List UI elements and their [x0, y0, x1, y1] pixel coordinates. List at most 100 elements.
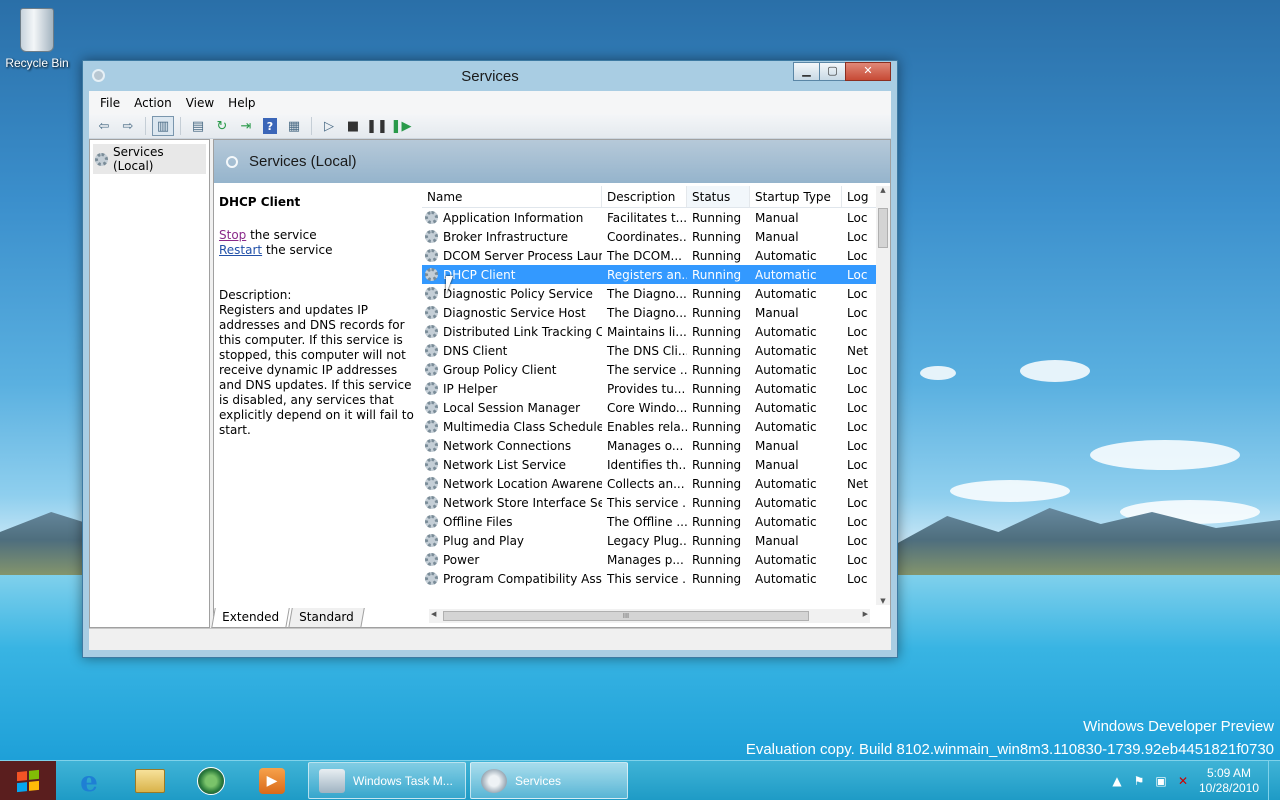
table-row[interactable]: Diagnostic Policy Service The Diagno... Ru… [422, 284, 884, 303]
service-description-text: Registers and updates IP addresses and D… [219, 303, 414, 437]
service-status-cell: Running [692, 210, 742, 225]
pause-service-icon[interactable]: ❚❚ [366, 116, 388, 136]
service-logon-cell: Loc [847, 305, 868, 320]
table-row[interactable]: Network Location Awareness Collects an...… [422, 474, 884, 493]
console-tree: Services (Local) [89, 139, 210, 628]
refresh-icon[interactable]: ↻ [211, 116, 233, 136]
column-header-name[interactable]: Name [422, 186, 602, 207]
watermark-title: Windows Developer Preview [1083, 718, 1274, 735]
help-icon[interactable]: ? [263, 118, 277, 134]
table-row[interactable]: Network Connections Manages o... Running Ma… [422, 436, 884, 455]
service-status-cell: Running [692, 324, 742, 339]
file-explorer-icon[interactable] [123, 763, 177, 799]
column-headers: Name Description Status Startup Type Log [422, 186, 884, 208]
service-name-cell: IP Helper [422, 382, 602, 396]
gear-icon [425, 439, 438, 452]
task-manager-icon [319, 768, 345, 793]
table-row[interactable]: DCOM Server Process Laun... The DCOM... Ru… [422, 246, 884, 265]
service-startup-cell: Automatic [755, 286, 817, 301]
horizontal-scroll-thumb[interactable]: III [443, 611, 809, 621]
restart-service-icon[interactable]: ❚▶ [390, 116, 412, 136]
service-description-cell: Legacy Plug... [607, 533, 687, 548]
column-header-description[interactable]: Description [602, 186, 687, 207]
menu-file[interactable]: File [93, 96, 127, 110]
taskbar-button-services[interactable]: Services [470, 762, 628, 799]
tree-item-services-local[interactable]: Services (Local) [93, 144, 206, 174]
minimize-button[interactable]: ▁ [793, 62, 820, 81]
service-name: Broker Infrastructure [443, 229, 569, 244]
service-name-cell: Network List Service [422, 458, 602, 472]
taskbar-button-task-manager[interactable]: Windows Task M... [308, 762, 466, 799]
volume-muted-icon[interactable]: ✕ [1172, 774, 1194, 788]
table-row[interactable]: DNS Client The DNS Cli... Running Automatic… [422, 341, 884, 360]
show-hide-action-pane-icon[interactable]: ▦ [283, 116, 305, 136]
clock[interactable]: 5:09 AM 10/28/2010 [1194, 766, 1264, 796]
media-center-icon[interactable] [184, 763, 238, 799]
service-status-cell: Running [692, 248, 742, 263]
start-button[interactable] [0, 761, 56, 800]
table-row[interactable]: Network List Service Identifies th... Runn… [422, 455, 884, 474]
restart-service-link[interactable]: Restart [219, 243, 262, 257]
service-name: Multimedia Class Scheduler [443, 419, 602, 434]
export-list-icon[interactable]: ⇥ [235, 116, 257, 136]
show-desktop-button[interactable] [1268, 761, 1280, 800]
back-arrow-icon[interactable]: ⇦ [93, 116, 115, 136]
menu-view[interactable]: View [179, 96, 221, 110]
scroll-left-icon[interactable]: ◀ [431, 610, 436, 618]
recycle-bin-desktop-icon[interactable]: Recycle Bin [4, 6, 70, 70]
menu-action[interactable]: Action [127, 96, 179, 110]
service-name-cell: DCOM Server Process Laun... [422, 249, 602, 263]
table-row[interactable]: Program Compatibility Assi... This servic… [422, 569, 884, 588]
service-description-cell: This service ... [607, 571, 687, 586]
stop-service-icon[interactable]: ■ [342, 116, 364, 136]
close-button[interactable]: ✕ [845, 62, 891, 81]
stop-service-link[interactable]: Stop [219, 228, 246, 242]
title-bar[interactable]: Services ▁ ▢ ✕ [83, 61, 897, 91]
service-description-cell: Manages p... [607, 552, 684, 567]
action-center-flag-icon[interactable]: ⚑ [1128, 774, 1150, 788]
network-icon[interactable]: ▣ [1150, 774, 1172, 788]
table-row[interactable]: Diagnostic Service Host The Diagno... Runn… [422, 303, 884, 322]
vertical-scroll-thumb[interactable] [878, 208, 888, 248]
internet-explorer-icon[interactable]: e [62, 763, 116, 799]
show-hidden-icons-icon[interactable]: ▲ [1106, 774, 1128, 788]
menu-help[interactable]: Help [221, 96, 262, 110]
scroll-down-icon[interactable]: ▼ [876, 597, 890, 605]
column-header-log-on-as[interactable]: Log [842, 186, 872, 207]
table-row[interactable]: Broker Infrastructure Coordinates... Runni… [422, 227, 884, 246]
table-row[interactable]: Multimedia Class Scheduler Enables rela..… [422, 417, 884, 436]
table-row[interactable]: IP Helper Provides tu... Running Automatic L… [422, 379, 884, 398]
service-description-cell: The Diagno... [607, 286, 687, 301]
scroll-right-icon[interactable]: ▶ [863, 610, 868, 618]
tab-extended[interactable]: Extended [211, 608, 290, 628]
table-row[interactable]: Plug and Play Legacy Plug... Running Manual… [422, 531, 884, 550]
gear-icon [425, 553, 438, 566]
table-row[interactable]: Offline Files The Offline ... Running Autom… [422, 512, 884, 531]
start-service-icon[interactable]: ▷ [318, 116, 340, 136]
table-row[interactable]: Application Information Facilitates t... R… [422, 208, 884, 227]
service-startup-cell: Automatic [755, 267, 817, 282]
details-pane: Services (Local) DHCP Client Stop the se… [213, 139, 891, 628]
service-status-cell: Running [692, 400, 742, 415]
table-row[interactable]: Power Manages p... Running Automatic Loc [422, 550, 884, 569]
service-logon-cell: Loc [847, 457, 868, 472]
column-header-status[interactable]: Status [687, 186, 750, 207]
scroll-up-icon[interactable]: ▲ [876, 186, 890, 194]
table-row[interactable]: Group Policy Client The service ... Runnin… [422, 360, 884, 379]
maximize-button[interactable]: ▢ [819, 62, 846, 81]
horizontal-scrollbar[interactable]: ◀ III ▶ [429, 609, 870, 623]
table-row[interactable]: Distributed Link Tracking Cl... Maintains… [422, 322, 884, 341]
properties-icon[interactable]: ▤ [187, 116, 209, 136]
tab-standard[interactable]: Standard [288, 608, 365, 628]
table-row[interactable]: Network Store Interface Ser... This servi… [422, 493, 884, 512]
table-row[interactable]: DHCP Client Registers an... Running Automat… [422, 265, 884, 284]
column-header-startup-type[interactable]: Startup Type [750, 186, 842, 207]
gear-icon [425, 572, 438, 585]
media-player-icon[interactable]: ▶ [245, 763, 299, 799]
vertical-scrollbar[interactable]: ▲ ▼ [876, 186, 890, 605]
show-console-tree-icon[interactable]: ▥ [152, 116, 174, 136]
table-row[interactable]: Local Session Manager Core Windo... Runnin… [422, 398, 884, 417]
services-icon [481, 768, 507, 793]
forward-arrow-icon[interactable]: ⇨ [117, 116, 139, 136]
view-tabs: Extended Standard [211, 608, 365, 628]
